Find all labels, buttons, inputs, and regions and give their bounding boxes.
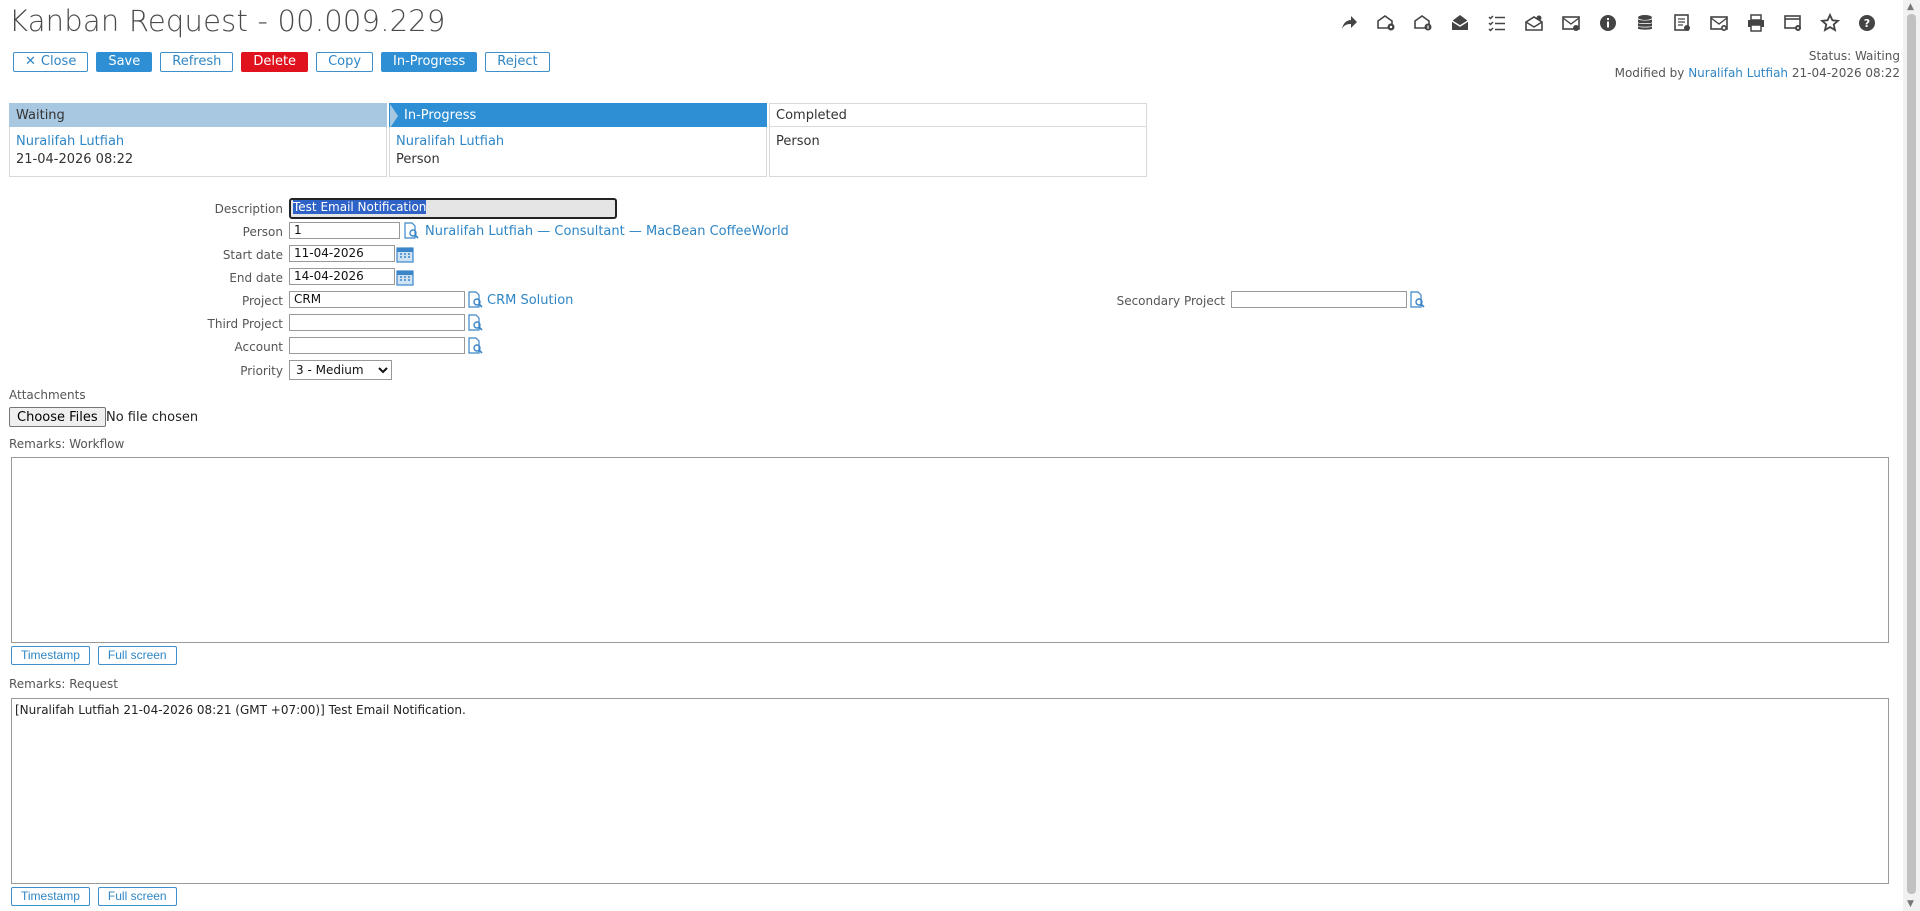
page-title: Kanban Request - 00.009.229 bbox=[9, 4, 446, 38]
stage-header: In-Progress bbox=[389, 103, 767, 128]
reject-button[interactable]: Reject bbox=[485, 52, 550, 72]
file-status: No file chosen bbox=[106, 410, 199, 425]
person-label: Person bbox=[242, 225, 283, 239]
copy-button[interactable]: Copy bbox=[316, 52, 374, 72]
mail-close-icon[interactable] bbox=[1707, 12, 1730, 34]
mail-box-icon[interactable] bbox=[1559, 12, 1582, 34]
person-info-link[interactable]: Nuralifah Lutfiah — Consultant — MacBean… bbox=[425, 224, 789, 239]
third-project-label: Third Project bbox=[207, 317, 283, 331]
choose-files-button[interactable]: Choose Files bbox=[9, 407, 106, 427]
workflow-stages: Waiting Nuralifah Lutfiah 21-04-2026 08:… bbox=[9, 103, 1148, 181]
document-list-icon[interactable] bbox=[1670, 12, 1693, 34]
project-input[interactable]: CRM bbox=[289, 291, 465, 308]
project-label: Project bbox=[241, 294, 283, 308]
mail-open-icon[interactable] bbox=[1522, 12, 1545, 34]
modified-by-link[interactable]: Nuralifah Lutfiah bbox=[1688, 66, 1788, 80]
attachments-label: Attachments bbox=[9, 388, 86, 402]
print-icon[interactable] bbox=[1744, 12, 1767, 34]
secondary-project-input[interactable] bbox=[1231, 291, 1407, 308]
scroll-down-arrow-icon[interactable]: ▼ bbox=[1907, 899, 1914, 909]
stage-detail: Person bbox=[776, 134, 820, 149]
stage-header: Completed bbox=[769, 103, 1147, 127]
remarks-request-actions: Timestamp Full screen bbox=[11, 887, 177, 906]
account-lookup-icon[interactable] bbox=[466, 337, 484, 355]
start-date-calendar-icon[interactable] bbox=[396, 245, 414, 263]
svg-text:?: ? bbox=[1863, 17, 1869, 30]
help-icon[interactable]: ? bbox=[1855, 12, 1878, 34]
refresh-button[interactable]: Refresh bbox=[160, 52, 234, 72]
document-settings-icon[interactable] bbox=[1781, 12, 1804, 34]
description-input[interactable]: Test Email Notification bbox=[289, 198, 617, 219]
start-date-label: Start date bbox=[222, 248, 283, 262]
third-project-input[interactable] bbox=[289, 314, 465, 331]
description-label: Description bbox=[214, 202, 283, 216]
project-lookup-icon[interactable] bbox=[466, 291, 484, 309]
stage-header: Waiting bbox=[9, 103, 387, 127]
scroll-up-arrow-icon[interactable]: ▲ bbox=[1907, 2, 1914, 12]
status-text: Status: Waiting bbox=[1808, 49, 1900, 63]
stage-waiting[interactable]: Waiting Nuralifah Lutfiah 21-04-2026 08:… bbox=[9, 103, 387, 177]
stage-detail: Person bbox=[396, 152, 440, 167]
stage-completed[interactable]: Completed Person bbox=[769, 103, 1147, 177]
info-icon[interactable] bbox=[1596, 12, 1619, 34]
priority-label: Priority bbox=[240, 364, 283, 378]
end-date-label: End date bbox=[229, 271, 283, 285]
project-info-link[interactable]: CRM Solution bbox=[487, 293, 573, 308]
priority-select[interactable]: 3 - Medium bbox=[289, 360, 392, 380]
in-progress-button[interactable]: In-Progress bbox=[381, 52, 478, 72]
stage-in-progress[interactable]: In-Progress Nuralifah Lutfiah Person bbox=[389, 103, 767, 177]
mail-info-icon[interactable] bbox=[1411, 12, 1434, 34]
vertical-scrollbar[interactable]: ▲ ▼ bbox=[1903, 0, 1920, 911]
stage-person-link[interactable]: Nuralifah Lutfiah bbox=[16, 134, 124, 149]
modified-prefix: Modified by bbox=[1614, 66, 1685, 80]
remarks-workflow-textarea[interactable] bbox=[11, 457, 1889, 643]
stage-body: Nuralifah Lutfiah 21-04-2026 08:22 bbox=[9, 127, 387, 177]
third-project-lookup-icon[interactable] bbox=[466, 314, 484, 332]
remarks-request-label: Remarks: Request bbox=[9, 677, 118, 691]
modified-at: 21-04-2026 08:22 bbox=[1791, 66, 1900, 80]
checklist-icon[interactable] bbox=[1485, 12, 1508, 34]
stage-detail: 21-04-2026 08:22 bbox=[16, 152, 134, 167]
request-fullscreen-button[interactable]: Full screen bbox=[97, 887, 177, 906]
start-date-input[interactable]: 11-04-2026 bbox=[289, 245, 395, 262]
remarks-workflow-actions: Timestamp Full screen bbox=[11, 646, 177, 665]
workflow-timestamp-button[interactable]: Timestamp bbox=[11, 646, 90, 665]
close-icon: ✕ bbox=[25, 54, 36, 69]
stage-person-link[interactable]: Nuralifah Lutfiah bbox=[396, 134, 504, 149]
action-toolbar: ✕ Close Save Refresh Delete Copy In-Prog… bbox=[13, 52, 550, 72]
top-icon-bar: ? bbox=[1337, 12, 1878, 34]
save-button[interactable]: Save bbox=[96, 52, 153, 72]
request-timestamp-button[interactable]: Timestamp bbox=[11, 887, 90, 906]
secondary-project-lookup-icon[interactable] bbox=[1408, 291, 1426, 309]
open-envelope-icon[interactable] bbox=[1448, 12, 1471, 34]
remarks-request-textarea[interactable]: [Nuralifah Lutfiah 21-04-2026 08:21 (GMT… bbox=[11, 698, 1889, 884]
mail-settings-icon[interactable] bbox=[1374, 12, 1397, 34]
close-button[interactable]: ✕ Close bbox=[13, 52, 89, 72]
stage-body: Nuralifah Lutfiah Person bbox=[389, 127, 767, 177]
person-input[interactable]: 1 bbox=[289, 222, 400, 239]
star-icon[interactable] bbox=[1818, 12, 1841, 34]
record-status: Status: Waiting Modified by Nuralifah Lu… bbox=[1615, 48, 1900, 82]
description-value: Test Email Notification bbox=[293, 200, 427, 214]
share-icon[interactable] bbox=[1337, 12, 1360, 34]
modified-line: Modified by Nuralifah Lutfiah 21-04-2026… bbox=[1615, 65, 1900, 82]
account-label: Account bbox=[234, 340, 283, 354]
delete-button[interactable]: Delete bbox=[241, 52, 309, 72]
database-icon[interactable] bbox=[1633, 12, 1656, 34]
account-input[interactable] bbox=[289, 337, 465, 354]
end-date-calendar-icon[interactable] bbox=[396, 268, 414, 286]
close-button-label: Close bbox=[40, 54, 77, 69]
end-date-input[interactable]: 14-04-2026 bbox=[289, 268, 395, 285]
secondary-project-label: Secondary Project bbox=[1116, 294, 1225, 308]
person-lookup-icon[interactable] bbox=[402, 222, 420, 240]
stage-body: Person bbox=[769, 127, 1147, 177]
remarks-workflow-label: Remarks: Workflow bbox=[9, 437, 125, 451]
scrollbar-thumb[interactable] bbox=[1907, 14, 1916, 894]
workflow-fullscreen-button[interactable]: Full screen bbox=[97, 646, 177, 665]
